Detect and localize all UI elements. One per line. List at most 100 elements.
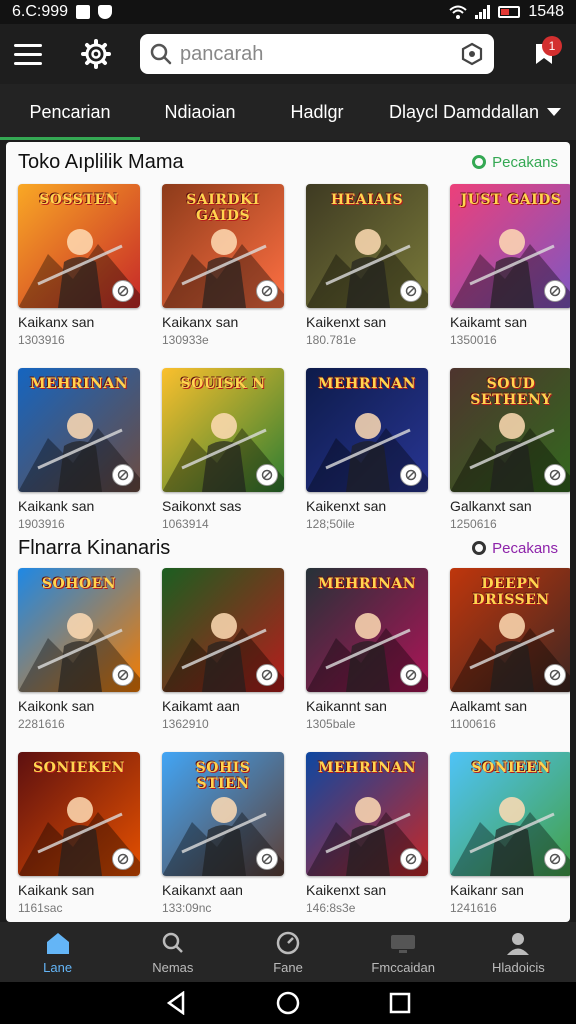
app-thumbnail[interactable]: SOHOEN: [18, 568, 140, 692]
game-logo: HEAIAIS: [330, 192, 404, 208]
app-thumbnail[interactable]: SAIRDKI GAIDS: [162, 184, 284, 308]
tab-dropdown[interactable]: Dlaycl Damddallan: [374, 84, 576, 140]
app-thumbnail[interactable]: MEHRINAN: [306, 368, 428, 492]
install-badge-icon: [112, 464, 134, 486]
game-logo: SOUD SETHENY: [470, 376, 552, 408]
tab-hadlgr[interactable]: Hadlgr: [260, 84, 374, 140]
install-badge-icon: [400, 848, 422, 870]
nav-profile[interactable]: Hladoicis: [461, 922, 576, 982]
app-thumbnail[interactable]: SOUD SETHENY: [450, 368, 570, 492]
app-subtitle: 1350016: [450, 333, 497, 347]
nav-label: Hladoicis: [492, 959, 545, 975]
app-thumbnail[interactable]: SOSSTEN: [18, 184, 140, 308]
app-title: Galkanxt san: [450, 498, 532, 514]
app-subtitle: 130933e: [162, 333, 209, 347]
install-badge-icon: [544, 848, 566, 870]
app-card[interactable]: SOHOEN Kaikonk san 2281616: [18, 568, 140, 731]
see-more-link[interactable]: Pecakans: [472, 540, 558, 557]
app-card[interactable]: SOSSTEN Kaikanx san 1303916: [18, 184, 140, 347]
nav-search[interactable]: Nemas: [115, 922, 230, 982]
app-title: Kaikanx san: [18, 314, 95, 330]
search-input[interactable]: [180, 42, 460, 66]
app-screen: 6.C:999 1548 pancarah 1 Pencarian Ndiaoi…: [0, 0, 576, 1024]
app-title: Kaikanxt aan: [162, 882, 243, 898]
gear-icon[interactable]: [78, 36, 114, 72]
app-card[interactable]: SAIRDKI GAIDS Kaikanx san 130933e: [162, 184, 284, 347]
install-badge-icon: [112, 664, 134, 686]
app-thumbnail[interactable]: MEHRINAN: [306, 752, 428, 876]
app-subtitle: 146:8s3e: [306, 901, 356, 915]
app-thumbnail[interactable]: SOHIS STIEN: [162, 752, 284, 876]
see-more-label: Pecakans: [492, 539, 558, 557]
back-icon[interactable]: [165, 991, 187, 1015]
nav-games[interactable]: Fane: [230, 922, 345, 982]
install-badge-icon: [544, 664, 566, 686]
app-card[interactable]: Kaikamt aan 1362910: [162, 568, 284, 731]
system-navigation-bar: [0, 982, 576, 1024]
search-icon: [159, 930, 187, 956]
app-grid: SONIEKEN Kaikank san 1161sac SOHIS STIEN Kai…: [18, 752, 570, 915]
app-title: Kaikenxt san: [306, 882, 387, 898]
app-card[interactable]: DEEPN DRISSEN Aalkamt san 1100616: [450, 568, 570, 731]
app-card[interactable]: MEHRINAN Kaikannt san 1305bale: [306, 568, 428, 731]
section-title: Toko Aıplilik Mama: [18, 150, 184, 173]
nav-home[interactable]: Lane: [0, 922, 115, 982]
app-card[interactable]: SOUISK N Saikonxt sas 1063914: [162, 368, 284, 531]
tab-pencarian[interactable]: Pencarian: [0, 84, 140, 140]
app-grid: SOHOEN Kaikonk san 2281616 Kaikamt aan 13629…: [18, 568, 570, 731]
section-title: Flnarra Kinanaris: [18, 536, 171, 559]
app-thumbnail[interactable]: JUST GAIDS: [450, 184, 570, 308]
menu-icon[interactable]: [14, 36, 50, 72]
app-subtitle: 128;50ile: [306, 517, 355, 531]
game-logo: MEHRINAN: [317, 760, 417, 776]
app-title: Kaikannt san: [306, 698, 387, 714]
library-icon: [389, 930, 417, 956]
app-card[interactable]: HEAIAIS Kaikenxt san 180.781e: [306, 184, 428, 347]
app-card[interactable]: MEHRINAN Kaikenxt san 128;50ile: [306, 368, 428, 531]
app-card[interactable]: MEHRINAN Kaikank san 1903916: [18, 368, 140, 531]
nav-label: Fane: [273, 959, 303, 975]
app-thumbnail[interactable]: DEEPN DRISSEN: [450, 568, 570, 692]
app-title: Kaikamt san: [450, 314, 528, 330]
home-icon: [44, 930, 72, 956]
nav-library[interactable]: Fmccaidan: [346, 922, 461, 982]
app-title: Kaikanx san: [162, 314, 239, 330]
wifi-icon: [449, 5, 468, 19]
app-card[interactable]: MEHRINAN Kaikenxt san 146:8s3e: [306, 752, 428, 915]
app-card[interactable]: SONIEEN Kaikanr san 1241616: [450, 752, 570, 915]
app-subtitle: 1250616: [450, 517, 497, 531]
app-title: Kaikamt aan: [162, 698, 240, 714]
recents-icon[interactable]: [389, 992, 411, 1014]
app-thumbnail[interactable]: [162, 568, 284, 692]
app-thumbnail[interactable]: MEHRINAN: [18, 368, 140, 492]
app-thumbnail[interactable]: SONIEKEN: [18, 752, 140, 876]
game-logo: JUST GAIDS: [460, 192, 562, 208]
content-panel: Toko Aıplilik Mama Pecakans SOSSTEN Kaika…: [6, 142, 570, 922]
camera-search-icon[interactable]: [460, 42, 484, 66]
status-time: 6.C:999: [12, 3, 69, 20]
tab-ndiaoian[interactable]: Ndiaoian: [140, 84, 260, 140]
install-badge-icon: [544, 464, 566, 486]
game-logo: SOHIS STIEN: [195, 760, 251, 792]
see-more-label: Pecakans: [492, 153, 558, 171]
install-badge-icon: [400, 280, 422, 302]
app-card[interactable]: SOHIS STIEN Kaikanxt aan 133:09nc: [162, 752, 284, 915]
section-header: Toko Aıplilik Mama Pecakans: [18, 148, 558, 176]
app-thumbnail[interactable]: MEHRINAN: [306, 568, 428, 692]
app-title: Kaikanr san: [450, 882, 524, 898]
see-more-link[interactable]: Pecakans: [472, 154, 558, 171]
app-thumbnail[interactable]: HEAIAIS: [306, 184, 428, 308]
install-badge-icon: [256, 664, 278, 686]
app-thumbnail[interactable]: SOUISK N: [162, 368, 284, 492]
search-bar[interactable]: [140, 34, 494, 74]
app-thumbnail[interactable]: SONIEEN: [450, 752, 570, 876]
app-card[interactable]: SONIEKEN Kaikank san 1161sac: [18, 752, 140, 915]
notification-button[interactable]: 1: [526, 36, 562, 72]
game-logo: MEHRINAN: [317, 576, 417, 592]
app-card[interactable]: JUST GAIDS Kaikamt san 1350016: [450, 184, 570, 347]
tab-label: Dlaycl Damddallan: [388, 101, 540, 122]
section-header: Flnarra Kinanaris Pecakans: [18, 534, 558, 562]
install-badge-icon: [256, 280, 278, 302]
home-circle-icon[interactable]: [276, 991, 300, 1015]
app-card[interactable]: SOUD SETHENY Galkanxt san 1250616: [450, 368, 570, 531]
